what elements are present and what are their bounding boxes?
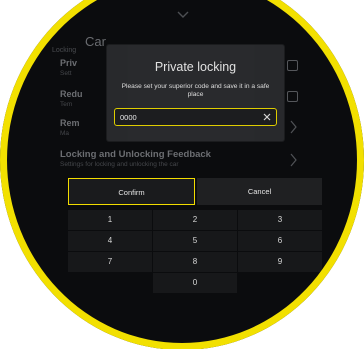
private-locking-dialog: Private locking Please set your superior… (107, 45, 284, 141)
key-2[interactable]: 2 (153, 210, 237, 230)
key-0[interactable]: 0 (153, 273, 237, 293)
confirm-button[interactable]: Confirm (68, 178, 195, 205)
screen-viewport: Car Locking Priv Sett Redu Tem Rem Ma Lo… (0, 0, 364, 349)
setting-row-subtitle: Ma (60, 130, 70, 137)
setting-row-subtitle: Tem (60, 101, 73, 108)
setting-row-title: Locking and Unlocking Feedback (60, 149, 211, 160)
setting-row-title: Rem (60, 118, 80, 128)
checkbox[interactable] (287, 91, 298, 102)
setting-row-title: Priv (60, 58, 78, 68)
key-9[interactable]: 9 (238, 252, 322, 272)
dialog-title: Private locking (154, 60, 237, 74)
chevron-down-icon[interactable] (176, 8, 190, 22)
settings-subtitle: Locking (52, 47, 77, 54)
key-4[interactable]: 4 (68, 231, 152, 251)
key-8[interactable]: 8 (153, 252, 237, 272)
car-settings-screen: Car Locking Priv Sett Redu Tem Rem Ma Lo… (0, 0, 364, 349)
dialog-button-bar: Confirm Cancel (60, 178, 322, 205)
code-input-value: 0000 (120, 113, 137, 122)
chevron-right-icon (290, 153, 297, 167)
dialog-message: Please set your superior code and save i… (121, 83, 270, 98)
key-6[interactable]: 6 (238, 231, 322, 251)
key-5[interactable]: 5 (153, 231, 237, 251)
checkbox[interactable] (287, 60, 298, 71)
key-1[interactable]: 1 (68, 210, 152, 230)
setting-row-title: Redu (60, 89, 83, 99)
settings-title: Car (85, 34, 106, 49)
cancel-button[interactable]: Cancel (197, 178, 322, 205)
close-icon[interactable] (263, 113, 271, 121)
key-3[interactable]: 3 (238, 210, 322, 230)
setting-row-subtitle: Sett (60, 70, 72, 77)
chevron-right-icon (290, 120, 297, 134)
key-7[interactable]: 7 (68, 252, 152, 272)
code-input[interactable]: 0000 (114, 108, 277, 126)
setting-row-subtitle: Settings for locking and unlocking the c… (60, 161, 179, 168)
